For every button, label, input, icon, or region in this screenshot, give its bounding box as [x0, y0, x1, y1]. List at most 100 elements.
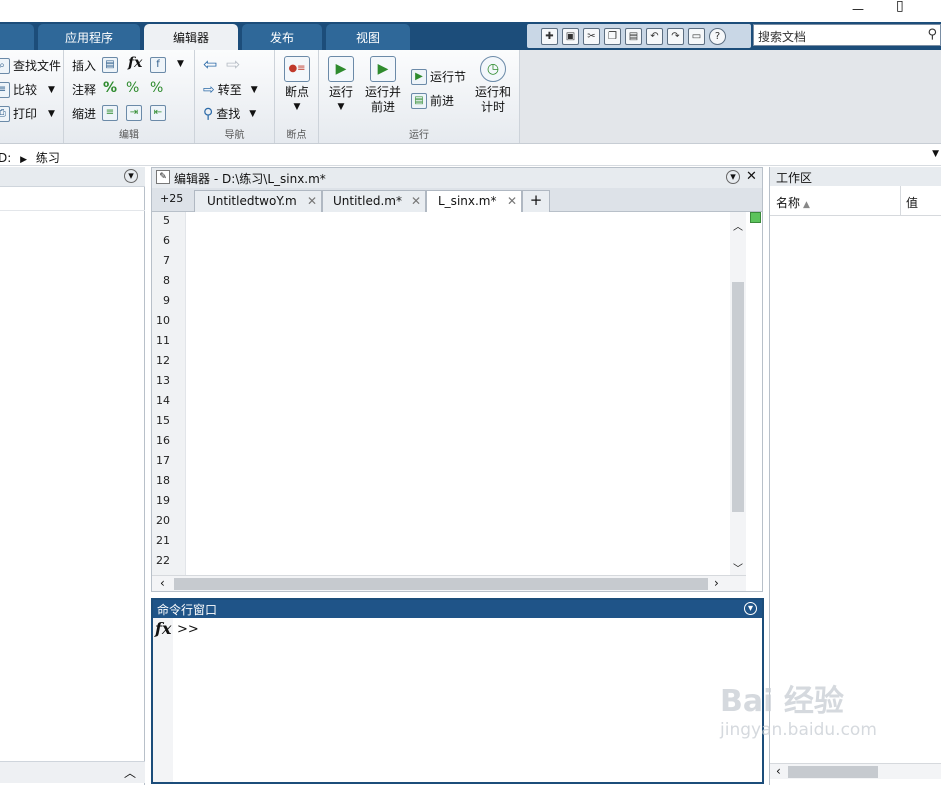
run-and-time-button[interactable]: ◷ 运行和 计时: [473, 56, 513, 115]
column-name-header[interactable]: 名称 ▲: [776, 194, 810, 211]
address-folder[interactable]: 练习: [36, 151, 60, 165]
tab-overflow-button[interactable]: +25: [160, 192, 183, 205]
code-area[interactable]: [187, 212, 730, 576]
run-and-advance-button[interactable]: ▶ 运行并 前进: [363, 56, 403, 115]
chevron-down-icon: ▼: [48, 108, 55, 119]
ribbon-section-breakpoints: ●≡ 断点 ▼ 断点: [275, 50, 319, 143]
editor-title: 编辑器 - D:\练习\L_sinx.m*: [174, 172, 326, 186]
goto-icon: ⇨: [203, 81, 215, 98]
close-tab-icon[interactable]: ✕: [411, 194, 421, 208]
percent-comment-icon[interactable]: %: [103, 80, 117, 96]
tab-editor[interactable]: 编辑器: [144, 24, 238, 50]
scroll-up-icon[interactable]: ︿: [733, 218, 743, 233]
line-number: 6: [163, 234, 170, 247]
chevron-down-icon[interactable]: ▼: [177, 59, 184, 69]
function-icon[interactable]: f: [150, 57, 166, 73]
panel-menu-icon[interactable]: ▾: [744, 602, 757, 615]
column-value-header[interactable]: 值: [906, 194, 918, 211]
scroll-down-icon[interactable]: ﹀: [733, 560, 743, 575]
line-number: 12: [156, 354, 170, 367]
run-section-icon: ▶: [411, 68, 427, 85]
restore-button[interactable]: ▯: [896, 0, 904, 14]
watermark-logo-text: Bai 经验: [720, 684, 844, 719]
tab-apps[interactable]: 应用程序: [38, 24, 140, 50]
wrap-comments-icon[interactable]: %: [150, 80, 163, 96]
decrease-indent-icon[interactable]: ⇤: [150, 105, 166, 121]
chevron-down-icon[interactable]: ▼: [932, 149, 939, 159]
editor-tab-l-sinx[interactable]: L_sinx.m* ✕: [426, 190, 522, 213]
new-tab-button[interactable]: +: [522, 190, 550, 212]
search-input[interactable]: 搜索文档 ⚲: [753, 24, 941, 46]
vertical-scroll-thumb[interactable]: [732, 282, 744, 512]
magnifier-icon: ⚲: [203, 105, 214, 122]
advance-button[interactable]: ▤ 前进: [411, 92, 454, 109]
smart-indent-icon[interactable]: ≡: [102, 105, 118, 121]
editor-tab-untitled[interactable]: Untitled.m* ✕: [322, 190, 426, 212]
fx-icon[interactable]: fx: [128, 55, 142, 71]
close-tab-icon[interactable]: ✕: [307, 194, 317, 208]
cut-icon[interactable]: ✂: [583, 27, 600, 45]
find-button[interactable]: ⚲ 查找 ▼: [203, 105, 256, 122]
ribbon-section-navigate: ⇦ ⇨ ⇨ 转至 ▼ ⚲ 查找 ▼ 导航: [195, 50, 275, 143]
forward-icon[interactable]: ⇨: [226, 55, 240, 75]
line-number: 9: [163, 294, 170, 307]
find-files-button[interactable]: ⌕ 查找文件: [0, 57, 61, 74]
vertical-scrollbar[interactable]: ︿ ﹀: [730, 212, 746, 576]
compare-button[interactable]: ≡ 比较 ▼: [0, 81, 55, 98]
new-icon[interactable]: ✚: [541, 27, 558, 45]
scroll-right-icon[interactable]: ›: [714, 576, 719, 590]
chevron-down-icon: ▼: [48, 84, 55, 95]
section-label-run: 运行: [409, 130, 429, 141]
goto-button[interactable]: ⇨ 转至 ▼: [203, 81, 258, 98]
search-icon[interactable]: ⚲: [927, 27, 937, 42]
horizontal-scrollbar[interactable]: ‹ ›: [152, 575, 746, 591]
panel-menu-icon[interactable]: ▾: [726, 170, 740, 184]
tab-view[interactable]: 视图: [326, 24, 410, 50]
print-button[interactable]: ⎙ 打印 ▼: [0, 105, 55, 122]
command-window-title-bar: 命令行窗口 ▾: [153, 600, 762, 618]
details-panel-bar: ︿: [0, 761, 145, 783]
insert-section-icon[interactable]: ▤: [102, 57, 118, 73]
comment-button[interactable]: 注释: [72, 81, 96, 98]
line-number: 20: [156, 514, 170, 527]
paste-icon[interactable]: ▤: [625, 27, 642, 45]
line-number: 11: [156, 334, 170, 347]
insert-button[interactable]: 插入: [72, 57, 96, 74]
copy-icon[interactable]: ❐: [604, 27, 621, 45]
breakpoints-button[interactable]: ●≡ 断点 ▼: [281, 56, 313, 115]
watermark: Bai 经验 jingyan.baidu.com: [720, 676, 910, 766]
switch-window-icon[interactable]: ▭: [688, 27, 705, 45]
run-advance-icon: ▶: [370, 56, 396, 82]
section-label-edit: 编辑: [119, 130, 139, 141]
chevron-up-icon[interactable]: ︿: [124, 764, 136, 781]
run-button[interactable]: ▶ 运行 ▼: [325, 56, 357, 115]
undo-icon[interactable]: ↶: [646, 27, 663, 45]
close-tab-icon[interactable]: ✕: [507, 194, 517, 208]
redo-icon[interactable]: ↷: [667, 27, 684, 45]
fx-icon[interactable]: fx: [155, 619, 171, 638]
save-icon[interactable]: ▣: [562, 27, 579, 45]
increase-indent-icon[interactable]: ⇥: [126, 105, 142, 121]
help-icon[interactable]: ?: [709, 27, 726, 45]
command-window[interactable]: 命令行窗口 ▾ fx >>: [151, 598, 764, 784]
address-bar[interactable]: D: ▶ 练习 ▼: [0, 146, 941, 166]
command-gutter: fx: [153, 618, 173, 782]
run-section-button[interactable]: ▶ 运行节: [411, 68, 466, 85]
scroll-left-icon[interactable]: ‹: [776, 764, 781, 778]
uncomment-icon[interactable]: %: [126, 80, 139, 96]
tab-publish[interactable]: 发布: [242, 24, 322, 50]
editor-title-bar: ✎ 编辑器 - D:\练习\L_sinx.m* ▾ ✕: [152, 168, 762, 188]
horizontal-scroll-thumb[interactable]: [174, 578, 708, 590]
address-drive[interactable]: D:: [0, 151, 11, 165]
editor-tab-strip: +25 UntitledtwoY.m ✕ Untitled.m* ✕ L_sinx.…: [152, 188, 762, 213]
close-icon[interactable]: ✕: [746, 169, 757, 184]
line-number: 8: [163, 274, 170, 287]
back-icon[interactable]: ⇦: [203, 55, 217, 75]
panel-menu-icon[interactable]: ▾: [124, 169, 138, 183]
tab-home[interactable]: [0, 24, 34, 50]
indent-button[interactable]: 缩进: [72, 105, 96, 122]
workspace-scroll-thumb[interactable]: [788, 766, 878, 778]
minimize-button[interactable]: —: [852, 2, 864, 16]
editor-tab-untitledtwoy[interactable]: UntitledtwoY.m ✕: [194, 190, 322, 212]
scroll-left-icon[interactable]: ‹: [160, 576, 165, 590]
